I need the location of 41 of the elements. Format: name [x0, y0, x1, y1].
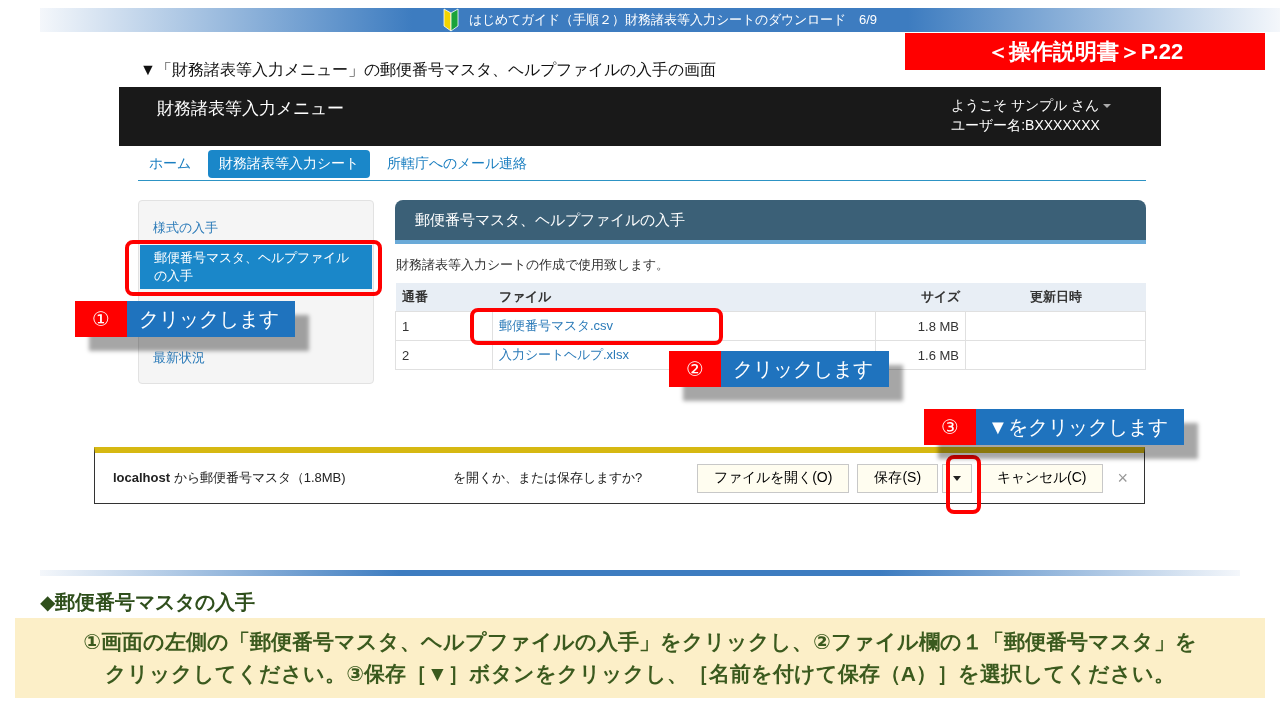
- column-header: ファイル: [492, 283, 876, 312]
- close-button[interactable]: ×: [1117, 467, 1128, 489]
- step-number: ①: [75, 301, 127, 337]
- caret-icon[interactable]: [1103, 104, 1111, 108]
- highlight-frame: [946, 455, 981, 514]
- instruction-text: クリックしてください。③保存［▼］ボタンをクリックし、［名前を付けて保存（A）］を選択してください。: [105, 661, 1175, 687]
- panel-description: 財務諸表等入力シートの作成で使用致します。: [396, 256, 670, 274]
- callout-text: ▼をクリックします: [976, 409, 1184, 445]
- nav-tab[interactable]: 所轄庁へのメール連絡: [376, 150, 538, 178]
- section-heading: ◆郵便番号マスタの入手: [40, 590, 257, 615]
- download-source: localhost から郵便番号マスタ（1.8MB): [113, 469, 347, 487]
- beginner-mark-icon: [442, 8, 459, 32]
- table-cell: 1: [395, 311, 493, 341]
- nav-tab[interactable]: ホーム: [138, 150, 202, 178]
- instruction-text: ①画面の左側の「郵便番号マスタ、ヘルプファイルの入手」をクリックし、②ファイル欄の１「郵便番号マスタ」を: [83, 629, 1197, 655]
- cancel-button[interactable]: キャンセル(C): [980, 463, 1104, 493]
- save-button[interactable]: 保存(S): [857, 463, 939, 493]
- file-link[interactable]: 入力シートヘルプ.xlsx: [499, 347, 629, 362]
- nav-tab[interactable]: 財務諸表等入力シート: [208, 150, 370, 178]
- callout-text: クリックします: [721, 351, 889, 387]
- step-number: ②: [669, 351, 721, 387]
- user-greeting[interactable]: ようこそ サンプル さん: [951, 97, 1099, 115]
- file-link[interactable]: 郵便番号マスタ.csv: [499, 318, 614, 333]
- slide-title: はじめてガイド（手順２）財務諸表等入力シートのダウンロード 6/9: [468, 11, 878, 29]
- download-question: を開くか、または保存しますか?: [453, 469, 644, 487]
- callout-text: クリックします: [127, 301, 295, 337]
- user-name: ユーザー名:BXXXXXXX: [951, 117, 1101, 135]
- column-header: 更新日時: [965, 283, 1146, 312]
- panel-title: 郵便番号マスタ、ヘルプファイルの入手: [415, 210, 685, 230]
- app-title: 財務諸表等入力メニュー: [157, 98, 344, 120]
- column-header: 通番: [395, 283, 493, 312]
- screen-caption: ▼「財務諸表等入力メニュー」の郵便番号マスタ、ヘルプファイルの入手の画面: [140, 60, 716, 80]
- table-cell: 2: [395, 340, 493, 370]
- open-file-button[interactable]: ファイルを開く(O): [697, 463, 850, 493]
- step-number: ③: [924, 409, 976, 445]
- sidebar-item[interactable]: 最新状況: [139, 345, 373, 371]
- sidebar-item[interactable]: 郵便番号マスタ、ヘルプファイルの入手: [140, 245, 372, 289]
- table-cell: 1.8 MB: [875, 311, 966, 341]
- sidebar-item[interactable]: 様式の入手: [139, 215, 373, 241]
- manual-reference: ＜操作説明書＞P.22: [905, 33, 1265, 70]
- column-header: サイズ: [875, 283, 966, 312]
